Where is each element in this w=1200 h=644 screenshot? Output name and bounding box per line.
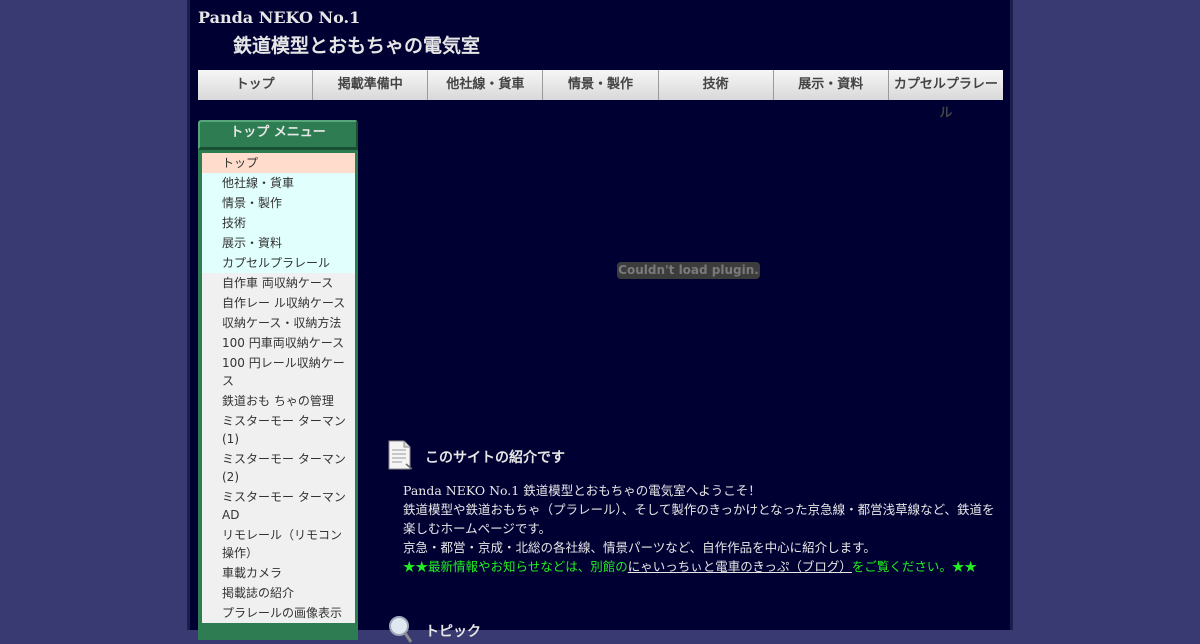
sidebar-menu-item[interactable]: 他社線・貨車 (202, 173, 355, 193)
nav-top[interactable]: トップ (198, 70, 314, 100)
nav-other-lines[interactable]: 他社線・貨車 (428, 70, 544, 100)
sidebar-menu-item[interactable]: 鉄道おも ちゃの管理 (202, 391, 355, 411)
intro-section-title: このサイトの紹介です (425, 450, 565, 466)
blog-notice-suffix: をご覧ください。★★ (851, 559, 977, 574)
intro-line: 楽しむホームページです。 (403, 521, 552, 536)
sidebar-header: トップ メニュー (198, 120, 358, 150)
sidebar-menu: トップ 他社線・貨車 情景・製作 技術 展示・資料 カプセルプラレール 自作車 両収納ケース… (198, 150, 358, 640)
sidebar-menu-item[interactable]: ミスターモー ターマンAD (202, 487, 355, 525)
sidebar-menu-item[interactable]: 車載カメラ (202, 563, 355, 583)
site-subtitle: 鉄道模型とおもちゃの電気室 (233, 35, 481, 57)
sidebar: トップ メニュー トップ 他社線・貨車 情景・製作 技術 展示・資料 カプセルプラレール自… (198, 120, 358, 640)
sidebar-menu-item[interactable]: 100 円レール収納ケース (202, 353, 355, 391)
sidebar-menu-item[interactable]: 技術 (202, 213, 355, 233)
topics-section-title: トピック (425, 624, 481, 640)
page-container: Panda NEKO No.1 鉄道模型とおもちゃの電気室 トップ 掲載準備中 … (187, 0, 1013, 643)
sidebar-menu-item[interactable]: 自作レー ル収納ケース (202, 293, 355, 313)
blog-notice-prefix: ★★最新情報やお知らせなどは、別館の (403, 559, 628, 574)
intro-line: Panda NEKO No.1 鉄道模型とおもちゃの電気室へようこそ！ (403, 483, 761, 498)
nav-preparing[interactable]: 掲載準備中 (313, 70, 429, 100)
sidebar-menu-item[interactable]: 収納ケース・収納方法 (202, 313, 355, 333)
nav-scenery[interactable]: 情景・製作 (543, 70, 659, 100)
sidebar-menu-item[interactable]: ミスターモー ターマン(2) (202, 449, 355, 487)
sidebar-menu-item[interactable]: 自作車 両収納ケース (202, 273, 355, 293)
intro-line: 京急・都営・京成・北総の各社線、情景パーツなど、自作作品を中心に紹介します。 (403, 540, 876, 555)
sidebar-menu-item[interactable]: カプセルプラレール (202, 253, 355, 273)
sidebar-menu-item[interactable]: 掲載誌の紹介 (202, 583, 355, 603)
nav-capsule-plarail[interactable]: カプセルプラレール (888, 70, 1003, 121)
sidebar-menu-item[interactable]: トップ (202, 153, 355, 173)
document-icon (388, 440, 413, 470)
nav-exhibits[interactable]: 展示・資料 (773, 70, 889, 100)
blog-notice: ★★最新情報やお知らせなどは、別館のにゃいっちぃと電車のきっぷ（ブログ）をご覧く… (403, 557, 1003, 576)
sidebar-menu-item[interactable]: プラレールの画像表示 (202, 603, 355, 623)
sidebar-menu-item[interactable]: リモレール（リモコン操作） (202, 525, 355, 563)
sidebar-menu-item[interactable]: 情景・製作 (202, 193, 355, 213)
sidebar-menu-item[interactable]: 100 円車両収納ケース (202, 333, 355, 353)
site-title: Panda NEKO No.1 (198, 8, 361, 27)
plugin-error-message: Couldn't load plugin. (617, 262, 760, 279)
intro-text: Panda NEKO No.1 鉄道模型とおもちゃの電気室へようこそ！ 鉄道模型… (403, 481, 1003, 576)
nav-technique[interactable]: 技術 (658, 70, 774, 100)
sidebar-menu-item[interactable]: 展示・資料 (202, 233, 355, 253)
blog-link[interactable]: にゃいっちぃと電車のきっぷ（ブログ） (628, 559, 852, 574)
top-nav: トップ 掲載準備中 他社線・貨車 情景・製作 技術 展示・資料 カプセルプラレー… (198, 70, 1003, 121)
magnifier-icon (389, 616, 413, 643)
sidebar-menu-item[interactable]: ミスターモー ターマン(1) (202, 411, 355, 449)
intro-line: 鉄道模型や鉄道おもちゃ（プラレール）、そして製作のきっかけとなった京急線・都営浅… (403, 502, 995, 517)
